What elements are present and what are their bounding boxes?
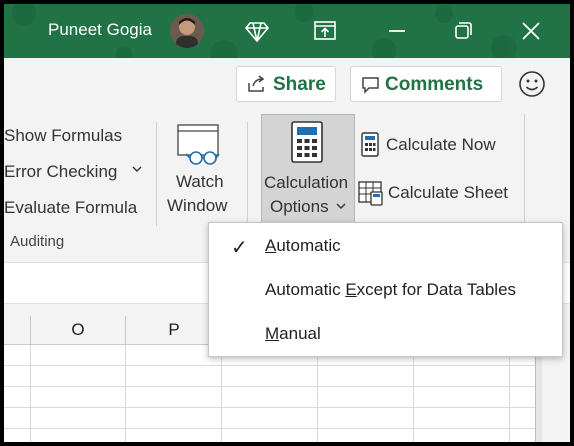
watch-window-line2: Window — [167, 196, 228, 215]
checkmark-icon: ✓ — [231, 237, 248, 259]
calculate-now-label: Calculate Now — [386, 135, 496, 154]
ribbon-separator — [156, 122, 157, 226]
menu-item-label: Manual — [265, 324, 321, 343]
calculation-options-button[interactable]: Calculation Options — [261, 114, 355, 224]
calculate-sheet-label: Calculate Sheet — [388, 183, 509, 202]
ribbon-separator — [524, 114, 525, 226]
menu-item-manual[interactable]: Manual — [209, 315, 562, 355]
calculate-sheet-icon — [358, 181, 383, 206]
diamond-icon[interactable] — [244, 18, 270, 44]
share-icon — [248, 75, 265, 92]
calculation-options-line1: Calculation — [264, 173, 349, 192]
calculation-options-line2: Options — [270, 197, 329, 216]
avatar[interactable] — [170, 14, 204, 48]
comments-label: Comments — [385, 74, 484, 95]
menu-item-label: Automatic Except for Data Tables — [265, 280, 517, 299]
share-label: Share — [273, 74, 326, 95]
comment-icon — [362, 77, 379, 94]
close-icon[interactable] — [518, 18, 544, 44]
menu-item-automatic-except-data-tables[interactable]: Automatic Except for Data Tables — [209, 271, 562, 311]
show-formulas-button[interactable]: Show Formulas — [4, 126, 122, 146]
chevron-down-icon[interactable] — [132, 166, 142, 174]
watch-window-button[interactable]: Watch Window — [164, 120, 236, 220]
user-name: Puneet Gogia — [48, 20, 152, 39]
minimize-icon[interactable] — [384, 18, 410, 44]
calculator-icon — [291, 121, 323, 163]
column-header-o[interactable]: O — [58, 320, 98, 340]
calculate-now-button[interactable]: Calculate Now — [358, 130, 518, 160]
maximize-icon[interactable] — [450, 18, 476, 44]
menu-item-label: Automatic — [265, 236, 341, 255]
excel-window: Puneet Gogia Share Comments Show Formula… — [4, 4, 570, 442]
error-checking-button[interactable]: Error Checking — [4, 162, 117, 182]
calculate-sheet-button[interactable]: Calculate Sheet — [358, 178, 528, 208]
calculator-small-icon — [361, 132, 379, 157]
grid-lines — [4, 345, 535, 442]
watch-window-line1: Watch — [176, 172, 224, 191]
calculation-options-menu: ✓ Automatic Automatic Except for Data Ta… — [208, 222, 563, 357]
ribbon-separator — [247, 122, 248, 226]
title-bar: Puneet Gogia — [4, 4, 570, 58]
worksheet-grid[interactable] — [4, 345, 535, 442]
chevron-down-icon — [336, 203, 346, 209]
menu-item-automatic[interactable]: ✓ Automatic — [209, 227, 562, 267]
evaluate-formula-button[interactable]: Evaluate Formula — [4, 198, 137, 218]
smiley-feedback-icon[interactable] — [518, 70, 546, 98]
restore-window-icon[interactable] — [312, 18, 338, 44]
formula-auditing-group-label: Auditing — [10, 233, 65, 250]
comments-button[interactable]: Comments — [350, 66, 502, 102]
watch-window-icon — [177, 124, 220, 165]
column-header-p[interactable]: P — [154, 320, 194, 340]
share-button[interactable]: Share — [236, 66, 336, 102]
